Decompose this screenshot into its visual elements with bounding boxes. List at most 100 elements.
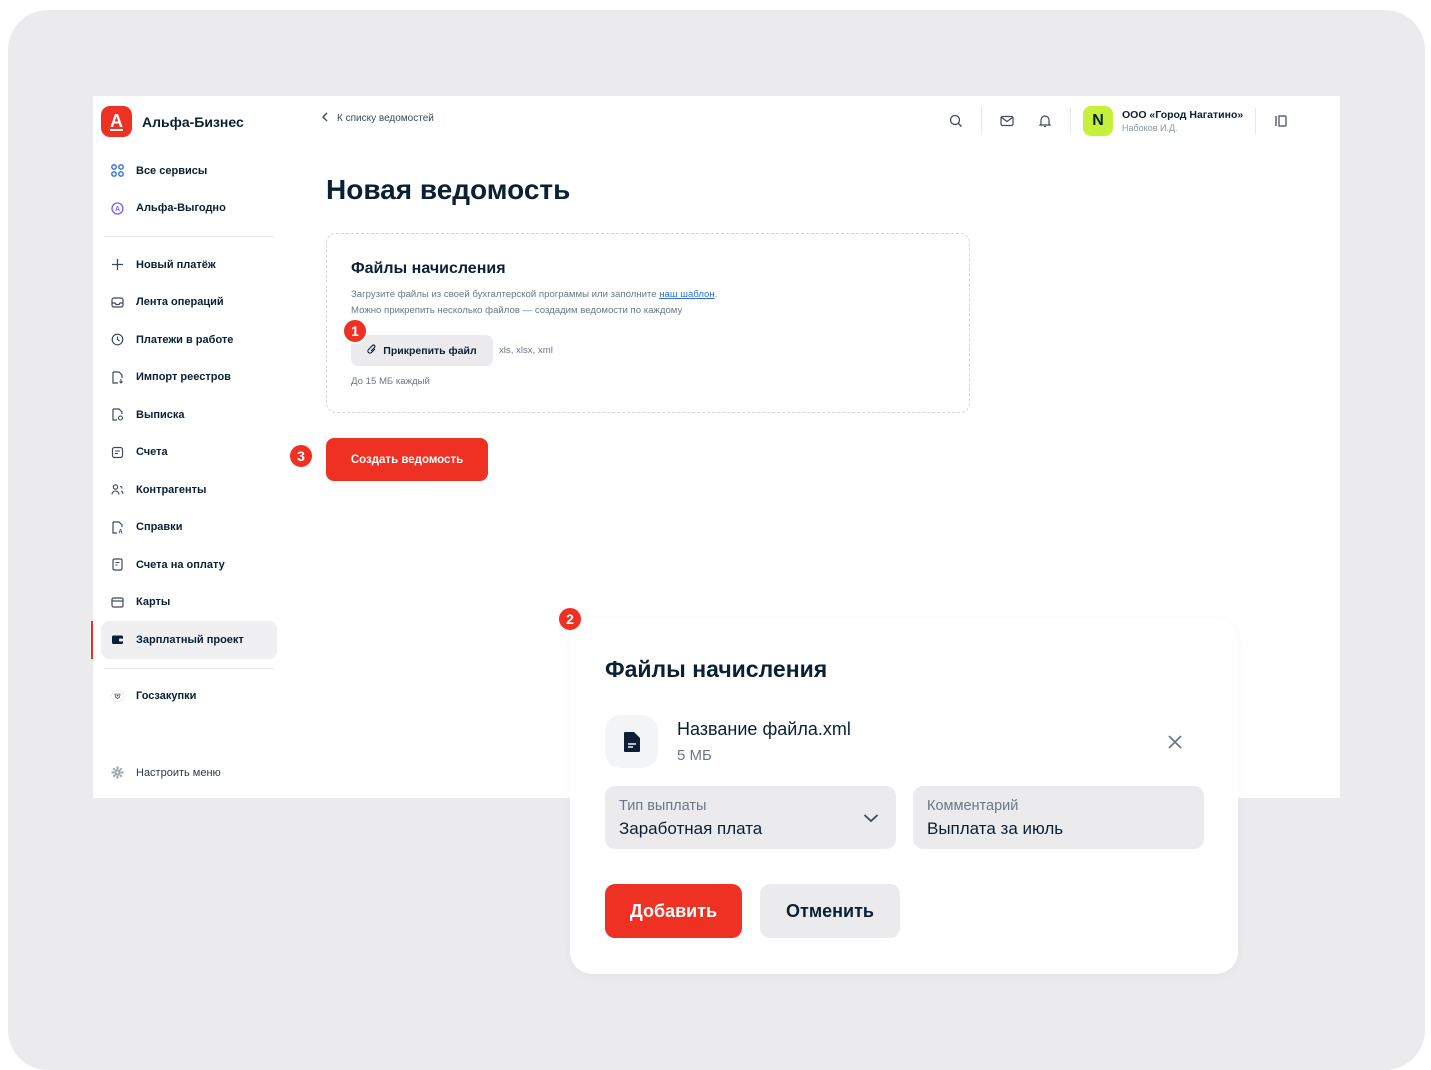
doc-import-icon — [111, 371, 124, 384]
sidebar-item-salary-project[interactable]: Зарплатный проект — [91, 621, 277, 659]
cancel-button[interactable]: Отменить — [760, 884, 900, 938]
wallet-icon — [111, 633, 124, 646]
organization-user: Набоков И.Д. — [1122, 123, 1178, 133]
mail-icon[interactable] — [994, 108, 1020, 134]
organization-avatar: N — [1083, 106, 1113, 136]
payment-type-label: Тип выплаты — [619, 798, 707, 814]
paperclip-icon — [367, 344, 377, 358]
header-divider — [1255, 108, 1257, 134]
sidebar-item-references[interactable]: A Справки — [101, 509, 277, 547]
sidebar-item-import-registers[interactable]: Импорт реестров — [101, 359, 277, 397]
grid-icon — [111, 164, 124, 178]
step-badge-2: 2 — [557, 606, 583, 632]
upload-description-line2: Можно прикрепить несколько файлов — созд… — [351, 305, 683, 316]
comment-label: Комментарий — [927, 798, 1019, 814]
sidebar-menu: Все сервисы A Альфа-Выгодно Новый платёж… — [91, 152, 277, 716]
brand-logo[interactable]: А Альфа-Бизнес — [101, 106, 244, 137]
sidebar-item-counterparties[interactable]: Контрагенты — [101, 471, 277, 509]
alfa-logo-icon: А — [101, 106, 132, 137]
file-size-limit: До 15 МБ каждый — [351, 376, 430, 387]
bell-icon[interactable] — [1032, 108, 1058, 134]
sidebar-item-cards[interactable]: Карты — [101, 584, 277, 622]
sidebar-item-label: Карты — [136, 596, 171, 609]
header-actions: N ООО «Город Нагатино» Набоков И.Д. — [943, 106, 1294, 136]
page-title: Новая ведомость — [326, 174, 571, 205]
back-link[interactable]: К списку ведомостей — [321, 112, 434, 125]
svg-text:A: A — [118, 529, 123, 534]
file-upload-dropzone[interactable]: Файлы начисления Загрузите файлы из свое… — [326, 233, 970, 413]
brand-name: Альфа-Бизнес — [142, 113, 244, 130]
comment-value: Выплата за июль — [927, 819, 1064, 838]
sidebar-item-label: Госзакупки — [136, 690, 197, 703]
template-link[interactable]: наш шаблон — [659, 289, 714, 300]
sidebar-item-alfa-vygodno[interactable]: A Альфа-Выгодно — [101, 190, 277, 228]
close-icon[interactable] — [1164, 731, 1186, 753]
plus-icon — [111, 258, 124, 271]
comment-field[interactable]: Комментарий Выплата за июль — [913, 786, 1204, 849]
doc-statement-icon — [111, 408, 124, 421]
inbox-icon — [111, 296, 124, 309]
sidebar-item-label: Контрагенты — [136, 483, 207, 496]
sidebar-item-label: Счета — [136, 446, 168, 459]
allowed-formats: xls, xlsx, xml — [499, 345, 553, 356]
upload-title: Файлы начисления — [351, 260, 506, 277]
sidebar-item-invoices[interactable]: Счета на оплату — [101, 546, 277, 584]
upload-description-suffix: . — [714, 289, 718, 300]
sidebar-item-statement[interactable]: Выписка — [101, 396, 277, 434]
sidebar-divider — [104, 667, 274, 669]
doc-reference-icon: A — [111, 521, 124, 534]
step-badge-3: 3 — [288, 443, 314, 469]
emblem-icon — [111, 690, 124, 703]
sidebar-item-label: Все сервисы — [136, 164, 208, 177]
people-icon — [111, 483, 124, 496]
sidebar-item-label: Настроить меню — [136, 766, 221, 779]
file-name: Название файла.xml — [677, 719, 851, 739]
sidebar-item-label: Лента операций — [136, 296, 224, 309]
organization-switcher[interactable]: N ООО «Город Нагатино» Набоков И.Д. — [1083, 106, 1243, 136]
attach-file-button[interactable]: Прикрепить файл — [351, 335, 493, 366]
create-statement-button[interactable]: Создать ведомость — [326, 438, 488, 481]
back-link-label: К списку ведомостей — [337, 113, 434, 124]
chevron-down-icon — [863, 810, 879, 828]
sidebar-item-label: Справки — [136, 521, 183, 534]
payment-type-select[interactable]: Тип выплаты Заработная плата — [605, 786, 896, 849]
attach-file-label: Прикрепить файл — [383, 344, 477, 357]
account-icon — [111, 446, 124, 459]
sidebar-item-label: Зарплатный проект — [136, 633, 244, 646]
step-badge-1: 1 — [342, 318, 368, 344]
file-size: 5 МБ — [677, 747, 712, 764]
sidebar-item-label: Импорт реестров — [136, 371, 231, 384]
upload-description-text: Загрузите файлы из своей бухгалтерской п… — [351, 289, 660, 300]
clock-icon — [111, 333, 124, 346]
sidebar-item-payments-in-progress[interactable]: Платежи в работе — [101, 321, 277, 359]
sidebar-item-label: Платежи в работе — [136, 333, 234, 346]
sidebar-item-new-payment[interactable]: Новый платёж — [101, 246, 277, 284]
file-details-dialog: Файлы начисления Название файла.xml 5 МБ… — [570, 618, 1238, 974]
svg-text:A: A — [115, 206, 120, 213]
sidebar-item-customize-menu[interactable]: Настроить меню — [101, 754, 277, 792]
sidebar-divider — [104, 236, 274, 237]
sidebar-item-label: Альфа-Выгодно — [136, 202, 226, 215]
header-divider — [1070, 108, 1071, 134]
sidebar-item-goszakupki[interactable]: Госзакупки — [101, 678, 277, 716]
chevron-left-icon — [321, 112, 329, 125]
file-icon — [605, 715, 658, 768]
sidebar-item-accounts[interactable]: Счета — [101, 434, 277, 472]
logout-icon[interactable] — [1268, 108, 1294, 134]
header-divider — [981, 108, 982, 134]
payment-type-value: Заработная плата — [619, 819, 763, 838]
sidebar-item-label: Новый платёж — [136, 258, 216, 271]
sidebar-item-label: Выписка — [136, 408, 185, 421]
gear-icon — [111, 766, 124, 779]
dialog-title: Файлы начисления — [605, 656, 828, 682]
upload-description: Загрузите файлы из своей бухгалтерской п… — [351, 287, 717, 319]
organization-name: ООО «Город Нагатино» — [1122, 109, 1244, 121]
sidebar-item-operations-feed[interactable]: Лента операций — [101, 284, 277, 322]
add-button[interactable]: Добавить — [605, 884, 742, 938]
card-icon — [111, 596, 124, 609]
sidebar-item-all-services[interactable]: Все сервисы — [101, 152, 277, 190]
invoice-icon — [111, 558, 124, 571]
sidebar-item-label: Счета на оплату — [136, 558, 225, 571]
search-icon[interactable] — [943, 108, 969, 134]
alfa-circle-icon: A — [111, 202, 124, 215]
